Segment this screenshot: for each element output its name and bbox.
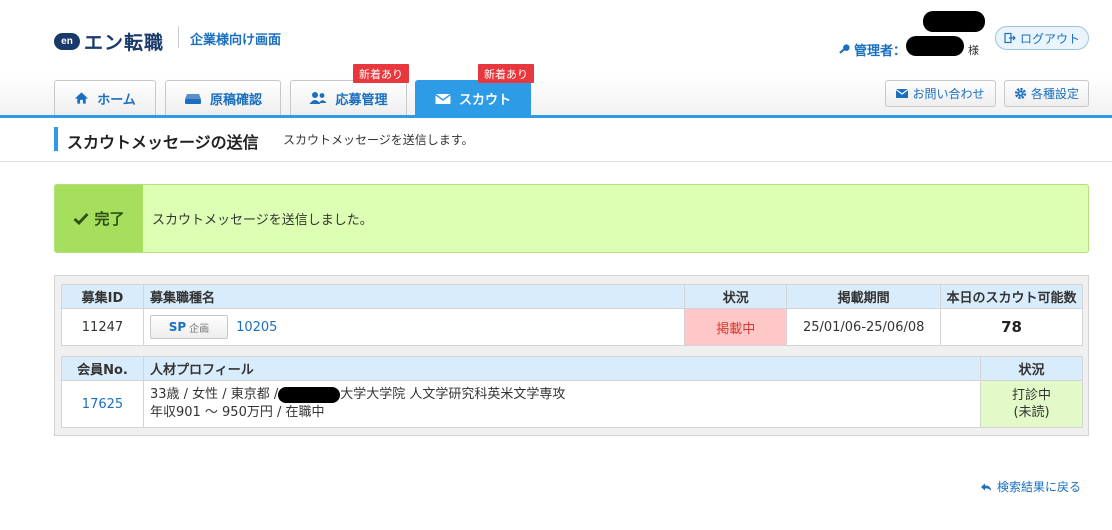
table-row: 11247 SP 企画 10205 掲載中 25/01/06-25/06/08 … bbox=[61, 308, 1083, 346]
col-header: 会員No. bbox=[61, 356, 144, 381]
new-badge-applications: 新着あり bbox=[353, 64, 409, 83]
col-header: 状況 bbox=[980, 356, 1083, 381]
page-title: スカウトメッセージの送信 bbox=[67, 133, 259, 152]
logo-divider bbox=[178, 26, 179, 48]
contact-button[interactable]: お問い合わせ bbox=[885, 80, 996, 107]
member-status-cell: 打診中 (未読) bbox=[980, 380, 1083, 428]
logout-label: ログアウト bbox=[1019, 31, 1080, 46]
logo-text: エン転職 bbox=[84, 32, 165, 54]
profile-line-1: 33歳 / 女性 / 東京都 / 大学大学院 人文学研究科英米文学専攻 bbox=[150, 386, 980, 404]
tab-home[interactable]: ホーム bbox=[54, 80, 156, 115]
job-table: 募集ID 募集職種名 状況 掲載期間 本日のスカウト可能数 11247 SP 企… bbox=[61, 284, 1083, 346]
redaction-block bbox=[923, 11, 985, 32]
tab-label: 原稿確認 bbox=[209, 92, 262, 108]
gear-icon bbox=[1014, 87, 1027, 100]
tab-label: ホーム bbox=[97, 92, 136, 108]
sp-plan-button[interactable]: SP 企画 bbox=[149, 315, 228, 339]
admin-label: 管理者： bbox=[838, 40, 906, 59]
logout-button[interactable]: ログアウト bbox=[995, 26, 1089, 50]
tab-manuscript[interactable]: 原稿確認 bbox=[165, 80, 281, 115]
contact-label: お問い合わせ bbox=[912, 87, 985, 101]
profile-cell: 33歳 / 女性 / 東京都 / 大学大学院 人文学研究科英米文学専攻 年収901… bbox=[142, 380, 982, 428]
title-accent bbox=[54, 127, 58, 151]
status-badge: 掲載中 bbox=[684, 308, 788, 346]
success-label-text: 完了 bbox=[94, 210, 125, 228]
job-name-link[interactable]: 10205 bbox=[236, 320, 277, 335]
member-table-header: 会員No. 人材プロフィール 状況 bbox=[61, 356, 1083, 381]
sp-label: SP bbox=[168, 320, 187, 334]
new-badge-scout: 新着あり bbox=[478, 64, 534, 83]
corp-screen-link[interactable]: 企業様向け画面 bbox=[190, 29, 281, 48]
col-header: 本日のスカウト可能数 bbox=[940, 284, 1083, 309]
redacted-school bbox=[278, 386, 341, 403]
success-message-box: 完了 スカウトメッセージを送信しました。 bbox=[54, 184, 1089, 253]
back-link-label: 検索結果に戻る bbox=[997, 480, 1082, 494]
posting-period: 25/01/06-25/06/08 bbox=[786, 308, 942, 346]
redacted-admin-name bbox=[906, 36, 964, 56]
member-read-status: (未読) bbox=[1013, 405, 1050, 420]
col-header: 募集職種名 bbox=[142, 284, 686, 309]
tab-label: 応募管理 bbox=[335, 92, 388, 108]
scout-count: 78 bbox=[940, 308, 1083, 346]
col-header: 掲載期間 bbox=[786, 284, 942, 309]
result-panel: 募集ID 募集職種名 状況 掲載期間 本日のスカウト可能数 11247 SP 企… bbox=[54, 275, 1089, 436]
success-message: スカウトメッセージを送信しました。 bbox=[152, 213, 373, 228]
sp-suffix: 企画 bbox=[189, 323, 210, 335]
profile-education: 大学大学院 人文学研究科英米文学専攻 bbox=[340, 387, 566, 402]
back-arrow-icon bbox=[981, 483, 991, 491]
mail-icon bbox=[896, 89, 909, 98]
settings-label: 各種設定 bbox=[1030, 87, 1079, 101]
member-status: 打診中 bbox=[1012, 388, 1052, 403]
document-icon bbox=[184, 93, 201, 104]
admin-label-text: 管理者： bbox=[854, 44, 907, 59]
job-id: 11247 bbox=[61, 308, 144, 346]
settings-button[interactable]: 各種設定 bbox=[1004, 80, 1089, 107]
key-icon bbox=[839, 44, 850, 54]
col-header: 状況 bbox=[684, 284, 788, 309]
logo-mark: en bbox=[54, 33, 80, 50]
member-no-cell: 17625 bbox=[61, 380, 144, 428]
col-header: 募集ID bbox=[61, 284, 144, 309]
page-subtitle: スカウトメッセージを送信します。 bbox=[283, 133, 474, 147]
profile-basic: 33歳 / 女性 / 東京都 / bbox=[149, 387, 279, 402]
tab-applications[interactable]: 応募管理 bbox=[290, 80, 407, 115]
logout-icon bbox=[1004, 32, 1016, 44]
profile-line-2: 年収901 ～ 950万円 / 在職中 bbox=[149, 405, 325, 420]
tab-label: スカウト bbox=[458, 93, 511, 108]
users-icon bbox=[309, 92, 327, 104]
mail-icon bbox=[435, 93, 451, 104]
tab-scout[interactable]: スカウト bbox=[415, 80, 531, 116]
table-row: 17625 33歳 / 女性 / 東京都 / 大学大学院 人文学研究科英米文学専攻… bbox=[61, 380, 1083, 428]
success-label: 完了 bbox=[55, 185, 143, 252]
member-no-link[interactable]: 17625 bbox=[82, 397, 123, 412]
member-table: 会員No. 人材プロフィール 状況 17625 33歳 / 女性 / 東京都 /… bbox=[61, 356, 1083, 428]
job-name-cell: SP 企画 10205 bbox=[142, 308, 686, 346]
back-to-search-link[interactable]: 検索結果に戻る bbox=[980, 478, 1081, 495]
col-header: 人材プロフィール bbox=[142, 356, 982, 381]
admin-suffix: 様 bbox=[968, 44, 979, 57]
job-table-header: 募集ID 募集職種名 状況 掲載期間 本日のスカウト可能数 bbox=[61, 284, 1083, 309]
logo[interactable]: en エン転職 bbox=[54, 28, 164, 55]
check-icon bbox=[74, 213, 90, 225]
home-icon bbox=[75, 92, 89, 104]
